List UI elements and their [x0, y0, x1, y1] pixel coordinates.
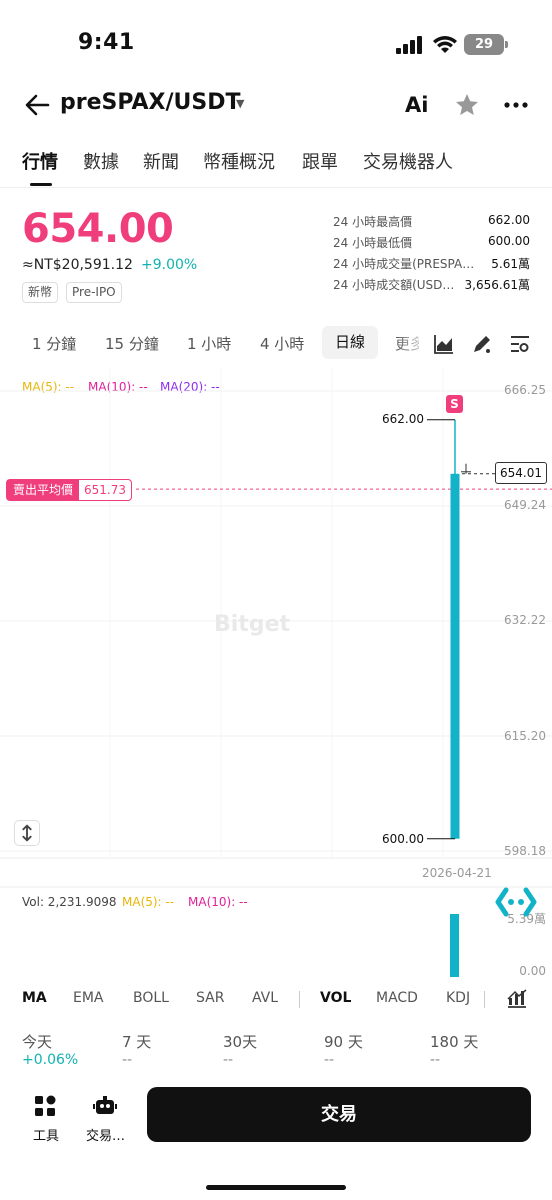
perf-label-180d: 180 天 [430, 1033, 479, 1051]
status-time: 9:41 [78, 30, 135, 55]
tools-icon[interactable] [33, 1094, 57, 1118]
perf-label-90d: 90 天 [324, 1033, 363, 1051]
sell-average-label: 賣出平均價 [7, 480, 80, 500]
wifi-icon [433, 36, 457, 53]
high-price-label: 662.00 [382, 412, 424, 426]
fiat-price: ≈NT$20,591.12 [22, 257, 133, 273]
candle-body [450, 473, 460, 839]
tab-coin-overview[interactable]: 幣種概況 [203, 148, 275, 174]
indicator-divider [484, 991, 485, 1008]
volume-bar [450, 914, 459, 977]
timeframe-1h[interactable]: 1 小時 [187, 333, 231, 354]
perf-value-7d: -- [122, 1052, 133, 1068]
sell-average-badge[interactable]: 賣出平均價 651.73 [6, 479, 133, 501]
perf-value-30d: -- [223, 1052, 234, 1068]
stat-value-low: 600.00 [488, 234, 530, 248]
volume-legend: Vol: 2,231.9098 [22, 895, 117, 909]
stat-label-volume: 24 小時成交量(PRESPA… [333, 257, 475, 271]
last-price-box: 654.01 [495, 462, 547, 484]
indicator-ema[interactable]: EMA [73, 990, 104, 1006]
chart-settings-icon[interactable] [509, 333, 531, 355]
pair-title[interactable]: preSPAX/USDT [60, 90, 240, 115]
chart-type-icon[interactable] [433, 333, 455, 355]
tag-new-coin[interactable]: 新幣 [22, 282, 59, 303]
perf-label-7d: 7 天 [122, 1033, 152, 1051]
stat-label-low: 24 小時最低價 [333, 236, 413, 250]
perf-value-today: +0.06% [22, 1052, 79, 1068]
expand-vertical-icon[interactable] [14, 820, 40, 846]
stat-value-volume: 5.61萬 [491, 257, 530, 271]
timeframe-fade [395, 326, 430, 359]
trade-button[interactable]: 交易 [147, 1087, 531, 1142]
tab-copy-trading[interactable]: 跟單 [302, 148, 338, 174]
y-axis-label: 615.20 [504, 729, 546, 743]
indicator-sar[interactable]: SAR [196, 990, 224, 1006]
volume-ma5-legend: MA(5): -- [122, 895, 175, 909]
price-change: +9.00% [141, 257, 198, 273]
trading-bot-icon[interactable] [93, 1094, 117, 1118]
indicator-settings-icon[interactable] [506, 989, 528, 1009]
y-axis-label: 666.25 [504, 383, 546, 397]
ai-assistant-icon[interactable]: Ai [405, 93, 428, 117]
tab-market[interactable]: 行情 [22, 148, 58, 174]
trading-bot-label[interactable]: 交易… [86, 1125, 125, 1144]
timeframe-1m[interactable]: 1 分鐘 [32, 333, 76, 354]
cellular-signal-icon [396, 36, 422, 54]
indicator-divider [299, 991, 300, 1008]
perf-label-30d: 30天 [223, 1033, 258, 1051]
tag-pre-ipo[interactable]: Pre-IPO [66, 282, 122, 303]
tab-divider [0, 187, 552, 188]
indicator-vol[interactable]: VOL [320, 990, 351, 1006]
stat-value-high: 662.00 [488, 213, 530, 227]
floating-widget-icon[interactable] [488, 884, 544, 920]
tab-data[interactable]: 數據 [83, 148, 119, 174]
back-arrow-icon[interactable] [24, 92, 50, 118]
low-price-label: 600.00 [382, 832, 424, 846]
timeframe-4h[interactable]: 4 小時 [260, 333, 304, 354]
indicator-ma[interactable]: MA [22, 990, 47, 1006]
tools-label[interactable]: 工具 [33, 1125, 59, 1144]
indicator-macd[interactable]: MACD [376, 990, 418, 1006]
sell-average-value: 651.73 [84, 483, 127, 497]
pair-dropdown-icon[interactable]: ▼ [236, 97, 244, 110]
indicator-boll[interactable]: BOLL [133, 990, 169, 1006]
battery-tip [505, 41, 508, 48]
tab-trading-bots[interactable]: 交易機器人 [363, 148, 453, 174]
bitget-watermark: Bitget [214, 612, 291, 637]
y-axis-label: 632.22 [504, 613, 546, 627]
indicator-avl[interactable]: AVL [252, 990, 278, 1006]
tab-news[interactable]: 新聞 [143, 148, 179, 174]
y-axis-label: 649.24 [504, 498, 546, 512]
perf-value-90d: -- [324, 1052, 335, 1068]
home-indicator [206, 1185, 346, 1190]
volume-ma10-legend: MA(10): -- [188, 895, 248, 909]
battery-icon: 29 [464, 34, 504, 55]
favorite-star-icon[interactable] [454, 92, 480, 118]
timeframe-15m[interactable]: 15 分鐘 [105, 333, 159, 354]
date-label: 2026-04-21 [422, 866, 492, 880]
y-axis-label: 598.18 [504, 844, 546, 858]
stat-value-turnover: 3,656.61萬 [464, 278, 530, 292]
more-options-icon[interactable] [503, 92, 529, 118]
timeframe-1d[interactable]: 日線 [322, 326, 378, 359]
active-tab-indicator [30, 183, 52, 186]
sell-signal-marker[interactable]: S [446, 395, 463, 413]
perf-label-today: 今天 [22, 1033, 53, 1051]
perf-value-180d: -- [430, 1052, 441, 1068]
draw-tool-icon[interactable] [471, 333, 493, 355]
last-price: 654.00 [22, 206, 174, 252]
indicator-kdj[interactable]: KDJ [446, 990, 470, 1006]
stat-label-turnover: 24 小時成交額(USD… [333, 278, 455, 292]
volume-axis-bottom: 0.00 [519, 964, 546, 978]
stat-label-high: 24 小時最高價 [333, 215, 413, 229]
